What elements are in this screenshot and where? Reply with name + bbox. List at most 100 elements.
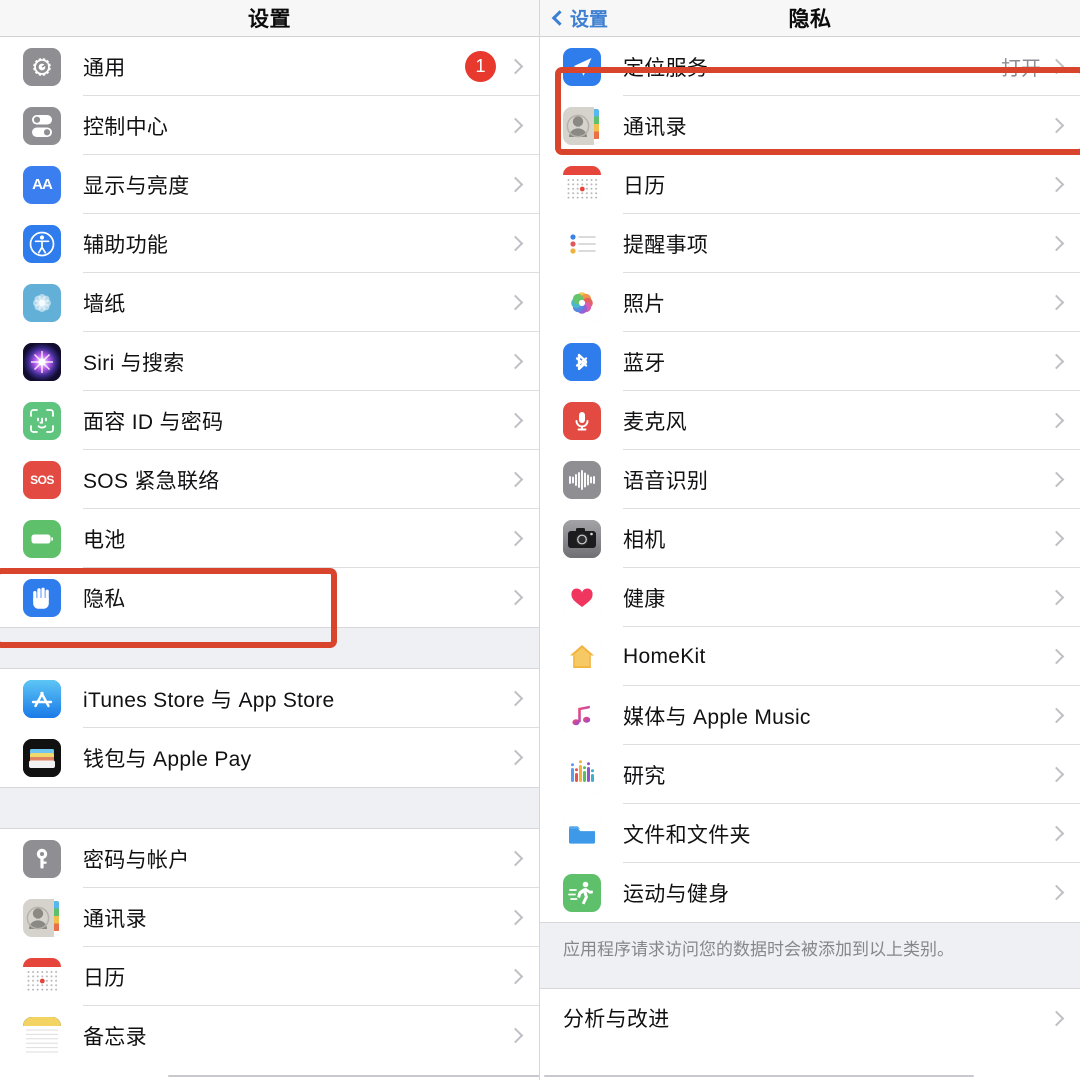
list-item-label: 控制中心 bbox=[83, 115, 169, 139]
sos-icon: SOS bbox=[23, 460, 61, 499]
privacy-footnote: 应用程序请求访问您的数据时会被添加到以上类别。 bbox=[540, 922, 1080, 989]
chevron-right-icon bbox=[507, 412, 524, 429]
privacy-detail-panel: 设置 隐私 定位服务 打开 通讯录 日历 提醒事项 照片 蓝牙 麦克风 语音识别… bbox=[540, 0, 1080, 1080]
list-group: 密码与帐户 通讯录 日历 备忘录 bbox=[0, 829, 539, 1065]
chevron-right-icon bbox=[1048, 117, 1065, 134]
list-item[interactable]: 日历 bbox=[0, 947, 539, 1006]
chevron-right-icon bbox=[1048, 412, 1065, 429]
list-item[interactable]: SOS SOS 紧急联络 bbox=[0, 450, 539, 509]
list-item[interactable]: 日历 bbox=[540, 155, 1080, 214]
list-item[interactable]: HomeKit bbox=[540, 627, 1080, 686]
list-item[interactable]: 隐私 bbox=[0, 568, 539, 627]
chevron-right-icon bbox=[507, 749, 524, 766]
calendar-icon bbox=[563, 165, 601, 204]
list-item[interactable]: 文件和文件夹 bbox=[540, 804, 1080, 863]
list-item[interactable]: iTunes Store 与 App Store bbox=[0, 669, 539, 728]
list-item-label: 面容 ID 与密码 bbox=[83, 410, 224, 434]
list-item[interactable]: 媒体与 Apple Music bbox=[540, 686, 1080, 745]
list-item[interactable]: 通用 1 bbox=[0, 37, 539, 96]
chevron-left-icon bbox=[551, 10, 568, 26]
list-item-label: 分析与改进 bbox=[563, 1008, 670, 1032]
list-item[interactable]: 电池 bbox=[0, 509, 539, 568]
list-item[interactable]: 定位服务 打开 bbox=[540, 37, 1080, 96]
back-button-label: 设置 bbox=[570, 9, 609, 31]
chevron-right-icon bbox=[507, 850, 524, 867]
list-group: 定位服务 打开 通讯录 日历 提醒事项 照片 蓝牙 麦克风 语音识别 相机 健康… bbox=[540, 37, 1080, 922]
list-item-label: 相机 bbox=[623, 528, 666, 552]
right-scroll-indicator[interactable] bbox=[544, 1075, 974, 1077]
list-item[interactable]: 密码与帐户 bbox=[0, 829, 539, 888]
list-item-label: 显示与亮度 bbox=[83, 174, 190, 198]
list-item-label: 日历 bbox=[83, 966, 126, 990]
chevron-right-icon bbox=[507, 690, 524, 707]
list-item[interactable]: 运动与健身 bbox=[540, 863, 1080, 922]
chevron-right-icon bbox=[1048, 1010, 1065, 1027]
contacts-icon bbox=[563, 106, 601, 145]
list-item[interactable]: 分析与改进 bbox=[540, 988, 1080, 1048]
list-item[interactable]: 通讯录 bbox=[0, 888, 539, 947]
list-item-label: 照片 bbox=[623, 292, 666, 316]
wallpaper-icon bbox=[23, 283, 61, 322]
list-item-label: 健康 bbox=[623, 587, 666, 611]
list-item[interactable]: 备忘录 bbox=[0, 1006, 539, 1065]
group-separator bbox=[0, 627, 539, 669]
chevron-right-icon bbox=[1048, 471, 1065, 488]
list-item[interactable]: 麦克风 bbox=[540, 391, 1080, 450]
microphone-icon bbox=[563, 401, 601, 440]
list-item-label: 语音识别 bbox=[623, 469, 709, 493]
back-button[interactable]: 设置 bbox=[551, 5, 609, 32]
list-item-label: 麦克风 bbox=[623, 410, 687, 434]
chevron-right-icon bbox=[1048, 353, 1065, 370]
list-item-label: 密码与帐户 bbox=[83, 848, 190, 872]
list-item-label: 电池 bbox=[83, 528, 126, 552]
chevron-right-icon bbox=[507, 589, 524, 606]
chevron-right-icon bbox=[1048, 825, 1065, 842]
list-item[interactable]: 面容 ID 与密码 bbox=[0, 391, 539, 450]
chevron-right-icon bbox=[507, 294, 524, 311]
list-item[interactable]: 提醒事项 bbox=[540, 214, 1080, 273]
list-item-label: 日历 bbox=[623, 174, 666, 198]
list-item[interactable]: 照片 bbox=[540, 273, 1080, 332]
list-item[interactable]: 墙纸 bbox=[0, 273, 539, 332]
chevron-right-icon bbox=[1048, 235, 1065, 252]
files-folder-icon bbox=[563, 814, 601, 853]
group-separator bbox=[0, 787, 539, 829]
list-item[interactable]: 通讯录 bbox=[540, 96, 1080, 155]
list-item[interactable]: AA 显示与亮度 bbox=[0, 155, 539, 214]
location-services-icon bbox=[563, 47, 601, 86]
list-item-label: 文件和文件夹 bbox=[623, 823, 751, 847]
list-item-label: SOS 紧急联络 bbox=[83, 469, 220, 493]
list-item-label: 提醒事项 bbox=[623, 233, 709, 257]
chevron-right-icon bbox=[507, 968, 524, 985]
chevron-right-icon bbox=[507, 58, 524, 75]
right-navbar: 设置 隐私 bbox=[540, 0, 1080, 37]
reminders-icon bbox=[563, 224, 601, 263]
list-item[interactable]: 相机 bbox=[540, 509, 1080, 568]
health-heart-icon bbox=[563, 578, 601, 617]
list-item[interactable]: 辅助功能 bbox=[0, 214, 539, 273]
list-item[interactable]: Siri 与搜索 bbox=[0, 332, 539, 391]
list-item-label: 研究 bbox=[623, 764, 666, 788]
camera-icon bbox=[563, 519, 601, 558]
list-item-label: 定位服务 bbox=[623, 56, 709, 80]
list-item[interactable]: 语音识别 bbox=[540, 450, 1080, 509]
list-item[interactable]: 钱包与 Apple Pay bbox=[0, 728, 539, 787]
chevron-right-icon bbox=[507, 909, 524, 926]
chevron-right-icon bbox=[507, 530, 524, 547]
page-title: 隐私 bbox=[788, 8, 832, 31]
list-item[interactable]: 健康 bbox=[540, 568, 1080, 627]
list-item-label: iTunes Store 与 App Store bbox=[83, 688, 335, 712]
research-icon bbox=[563, 755, 601, 794]
list-item[interactable]: 研究 bbox=[540, 745, 1080, 804]
chevron-right-icon bbox=[507, 176, 524, 193]
chevron-right-icon bbox=[1048, 176, 1065, 193]
list-item-label: 通讯录 bbox=[623, 115, 687, 139]
chevron-right-icon bbox=[1048, 530, 1065, 547]
list-item[interactable]: 控制中心 bbox=[0, 96, 539, 155]
privacy-bottom-list: 分析与改进 bbox=[540, 988, 1080, 1048]
list-item[interactable]: 蓝牙 bbox=[540, 332, 1080, 391]
chevron-right-icon bbox=[1048, 58, 1065, 75]
chevron-right-icon bbox=[1048, 766, 1065, 783]
fitness-icon bbox=[563, 873, 601, 912]
left-scroll-indicator[interactable] bbox=[168, 1075, 539, 1077]
